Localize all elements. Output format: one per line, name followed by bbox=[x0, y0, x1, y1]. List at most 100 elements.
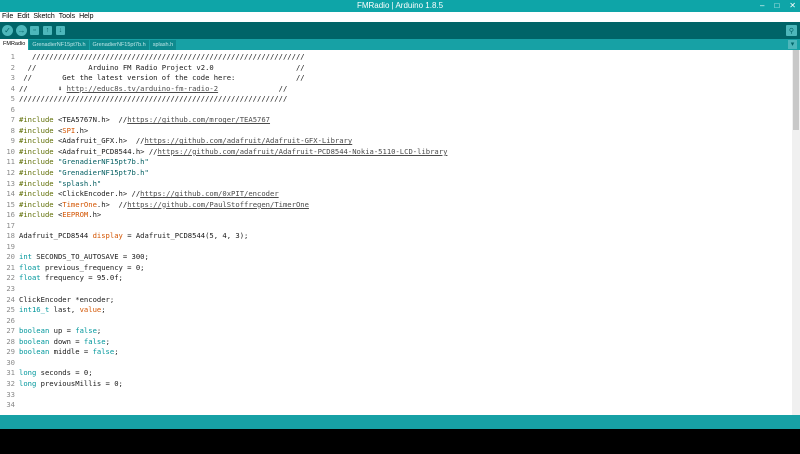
code-line[interactable]: 21 float previous_frequency = 0; bbox=[0, 263, 790, 274]
code-line[interactable]: 2 // Arduino FM Radio Project v2.0 // bbox=[0, 63, 790, 74]
code-line[interactable]: 28 boolean down = false; bbox=[0, 337, 790, 348]
line-number: 25 bbox=[6, 305, 15, 315]
code-line[interactable]: 5 ///////////////////////////////////////… bbox=[0, 94, 790, 105]
code-token: float bbox=[19, 273, 41, 283]
code-token: boolean bbox=[19, 326, 50, 336]
code-text: #include <ClickEncoder.h> //https://gith… bbox=[19, 189, 279, 200]
code-line[interactable]: 17 bbox=[0, 221, 790, 232]
code-text: #include <Adafruit_GFX.h> //https://gith… bbox=[19, 136, 352, 147]
code-token: // bbox=[218, 83, 288, 93]
code-token: #include bbox=[19, 189, 54, 199]
upload-button[interactable]: → bbox=[16, 25, 27, 36]
code-line[interactable]: 1 //////////////////////////////////////… bbox=[0, 52, 790, 63]
code-line[interactable]: 32 long previousMillis = 0; bbox=[0, 379, 790, 390]
code-line[interactable]: 33 bbox=[0, 390, 790, 401]
code-token: long bbox=[19, 368, 37, 378]
line-number: 31 bbox=[6, 368, 15, 378]
code-line[interactable]: 20 int SECONDS_TO_AUTOSAVE = 300; bbox=[0, 252, 790, 263]
code-line[interactable]: 24 ClickEncoder *encoder; bbox=[0, 295, 790, 306]
line-number: 5 bbox=[10, 94, 15, 104]
code-line[interactable]: 7 #include <TEA5767N.h> //https://github.… bbox=[0, 115, 790, 126]
code-token: .h> bbox=[88, 210, 102, 220]
code-link[interactable]: http://educ8s.tv/arduino-fm-radio-2 bbox=[67, 84, 218, 93]
code-line[interactable]: 27 boolean up = false; bbox=[0, 326, 790, 337]
menu-file[interactable]: File bbox=[0, 12, 15, 22]
code-line[interactable]: 4 // ⬇ http://educ8s.tv/arduino-fm-radio-… bbox=[0, 84, 790, 95]
menu-edit[interactable]: Edit bbox=[15, 12, 31, 22]
code-line[interactable]: 26 bbox=[0, 316, 790, 327]
menu-tools[interactable]: Tools bbox=[57, 12, 77, 22]
code-line[interactable]: 22 float frequency = 95.0f; bbox=[0, 273, 790, 284]
code-line[interactable]: 31 long seconds = 0; bbox=[0, 368, 790, 379]
code-lines: 1 //////////////////////////////////////… bbox=[0, 52, 790, 411]
serial-monitor-button[interactable]: ⚲ bbox=[786, 25, 797, 36]
code-line[interactable]: 30 bbox=[0, 358, 790, 369]
maximize-button[interactable]: □ bbox=[774, 0, 779, 12]
code-token: #include bbox=[19, 146, 54, 156]
code-token: .h> // bbox=[96, 199, 128, 209]
close-button[interactable]: ✕ bbox=[789, 0, 796, 12]
tab-fmradio[interactable]: FMRadio bbox=[0, 39, 29, 50]
code-line[interactable]: 8 #include <SPI.h> bbox=[0, 126, 790, 137]
menu-sketch[interactable]: Sketch bbox=[31, 12, 56, 22]
code-link[interactable]: https://github.com/mroger/TEA5767 bbox=[127, 115, 270, 124]
code-text: int16_t last, value; bbox=[19, 305, 106, 316]
code-text: boolean down = false; bbox=[19, 337, 110, 348]
code-line[interactable]: 13 #include "splash.h" bbox=[0, 179, 790, 190]
tab-menu-button[interactable]: ▾ bbox=[788, 40, 797, 49]
code-line[interactable]: 10 #include <Adafruit_PCD8544.h> //https:… bbox=[0, 147, 790, 158]
tab-grenadier-1[interactable]: GrenadierNF15pt7b.h bbox=[29, 40, 89, 50]
tab-grenadier-2[interactable]: GrenadierNF15pt7b.h bbox=[89, 40, 149, 50]
tab-splash[interactable]: splash.h bbox=[149, 40, 177, 50]
line-number: 30 bbox=[6, 357, 15, 367]
code-link[interactable]: https://github.com/adafruit/Adafruit-PCD… bbox=[157, 147, 447, 156]
line-number: 26 bbox=[6, 315, 15, 325]
code-line[interactable]: 19 bbox=[0, 242, 790, 253]
code-token: ////////////////////////////////////////… bbox=[19, 52, 305, 61]
code-line[interactable]: 25 int16_t last, value; bbox=[0, 305, 790, 316]
code-link[interactable]: https://github.com/0xPIT/encoder bbox=[140, 189, 278, 198]
minimize-button[interactable]: – bbox=[760, 0, 764, 12]
menu-help[interactable]: Help bbox=[77, 12, 95, 22]
code-line[interactable]: 29 boolean middle = false; bbox=[0, 347, 790, 358]
code-line[interactable]: 23 bbox=[0, 284, 790, 295]
code-token: Adafruit_PCD8544 bbox=[19, 231, 93, 241]
code-line[interactable]: 6 bbox=[0, 105, 790, 116]
save-button[interactable]: ↓ bbox=[56, 26, 65, 35]
code-line[interactable]: 14 #include <ClickEncoder.h> //https://gi… bbox=[0, 189, 790, 200]
code-line[interactable]: 9 #include <Adafruit_GFX.h> //https://git… bbox=[0, 136, 790, 147]
code-token: #include bbox=[19, 125, 54, 135]
code-text: boolean middle = false; bbox=[19, 347, 119, 358]
code-line[interactable]: 16 #include <EEPROM.h> bbox=[0, 210, 790, 221]
code-text: #include <TEA5767N.h> //https://github.c… bbox=[19, 115, 270, 126]
code-link[interactable]: https://github.com/adafruit/Adafruit-GFX… bbox=[145, 136, 353, 145]
code-line[interactable]: 12 #include "GrenadierNF15pt7b.h" bbox=[0, 168, 790, 179]
code-line[interactable]: 15 #include <TimerOne.h> //https://github… bbox=[0, 200, 790, 211]
line-number: 34 bbox=[6, 400, 15, 410]
code-token: #include bbox=[19, 199, 54, 209]
new-file-icon: ▫ bbox=[33, 27, 36, 34]
code-token: < bbox=[53, 199, 63, 209]
code-token: boolean bbox=[19, 347, 50, 357]
new-button[interactable]: ▫ bbox=[30, 26, 39, 35]
code-editor[interactable]: 1 //////////////////////////////////////… bbox=[0, 50, 800, 415]
code-link[interactable]: https://github.com/PaulStoffregen/TimerO… bbox=[127, 200, 309, 209]
code-token: // ⬇ bbox=[19, 83, 67, 93]
open-button[interactable]: ↑ bbox=[43, 26, 52, 35]
verify-button[interactable]: ✓ bbox=[2, 25, 13, 36]
code-line[interactable]: 34 bbox=[0, 400, 790, 411]
code-token: "GrenadierNF15pt7b.h" bbox=[57, 168, 149, 178]
code-line[interactable]: 18 Adafruit_PCD8544 display = Adafruit_PC… bbox=[0, 231, 790, 242]
code-token: #include bbox=[19, 157, 54, 167]
code-token: ; bbox=[96, 326, 102, 336]
code-line[interactable]: 11 #include "GrenadierNF15pt7b.h" bbox=[0, 157, 790, 168]
code-token: float bbox=[19, 262, 41, 272]
code-token: ////////////////////////////////////////… bbox=[19, 94, 288, 104]
editor-scrollbar[interactable] bbox=[792, 50, 800, 415]
line-number: 23 bbox=[6, 284, 15, 294]
scrollbar-thumb[interactable] bbox=[793, 50, 799, 130]
code-line[interactable]: 3 // Get the latest version of the code … bbox=[0, 73, 790, 84]
code-token: <Adafruit_PCD8544.h> // bbox=[53, 146, 158, 156]
code-token: previousMillis = 0; bbox=[36, 378, 123, 388]
code-token: display bbox=[92, 231, 123, 241]
